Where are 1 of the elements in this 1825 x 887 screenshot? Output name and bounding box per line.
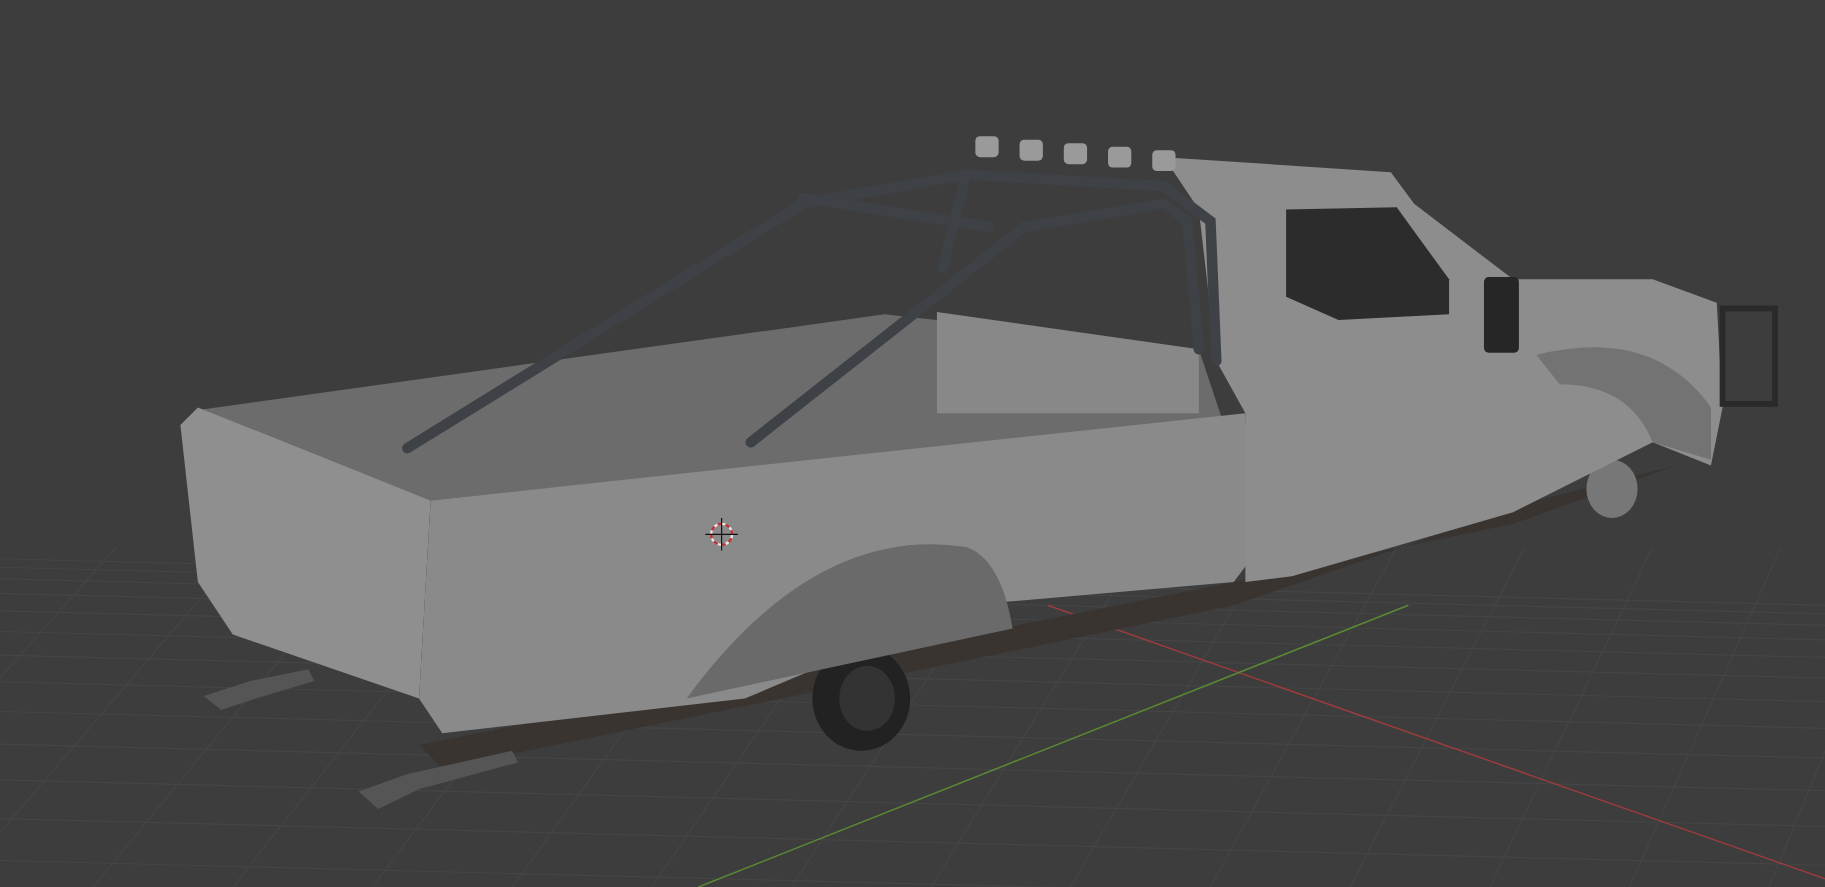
3d-cursor-icon <box>704 517 739 552</box>
